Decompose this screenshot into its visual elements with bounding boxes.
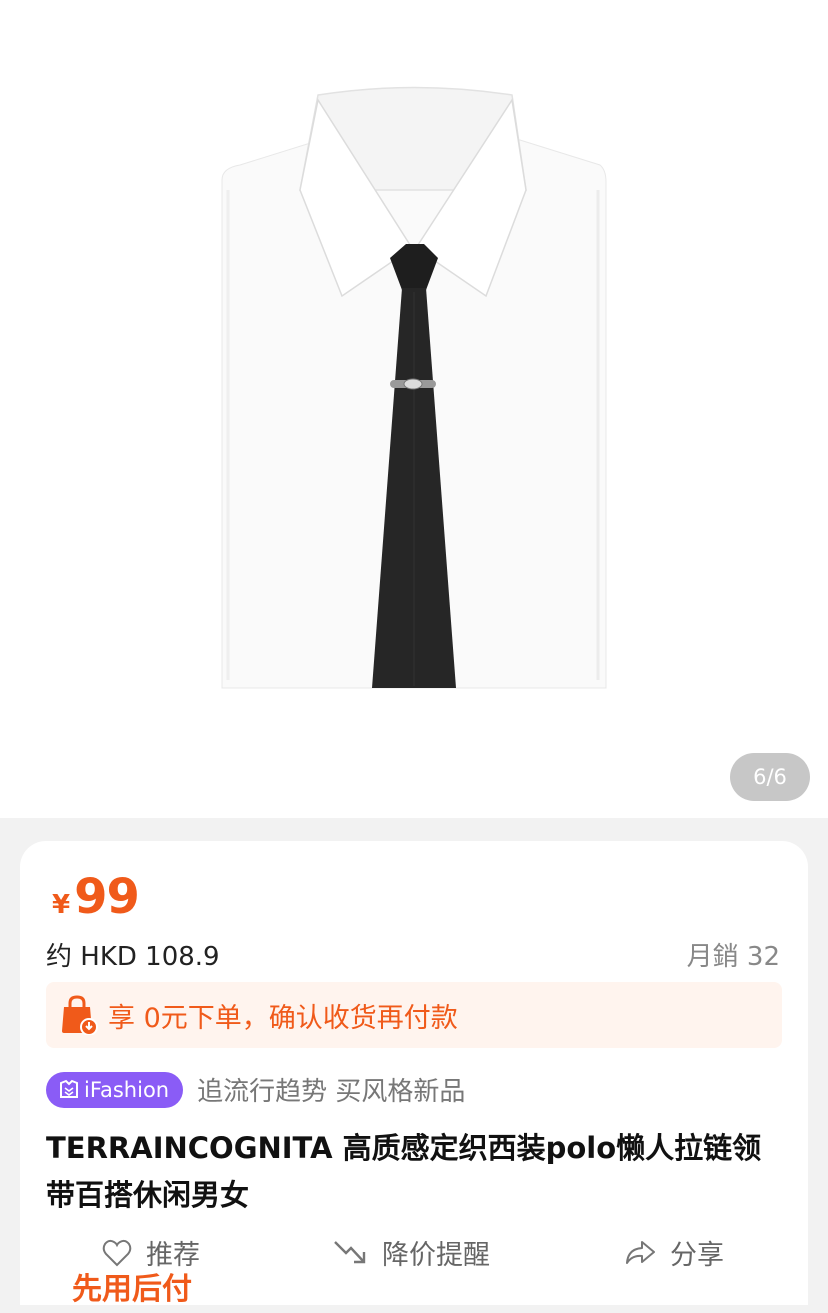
recommend-button[interactable]: 推荐 [102,1233,200,1272]
pay-later-banner[interactable]: 先用后付 享 0元下单，确认收货再付款 [46,982,782,1307]
price: ¥ 99 [52,869,140,925]
ifashion-label: iFashion [84,1077,170,1102]
ifashion-badge: iFashion [46,1071,184,1108]
product-title: TERRAINCOGNITA 高质感定织西装polo懒人拉链领带百搭休闲男女 [46,1131,762,1212]
image-counter: 6/6 [730,753,810,801]
price-drop-alert-button[interactable]: 降价提醒 [332,1233,490,1272]
trend-down-icon [334,1240,366,1263]
product-info-card: ¥ 99 约 HKD 108.9 月銷 32 先用后付 享 0元下单，确认收货再… [20,841,808,1307]
price-drop-alert-label: 降价提醒 [382,1240,490,1271]
share-button[interactable]: 分享 [624,1233,724,1272]
ifashion-logo-icon [60,1079,78,1098]
price-amount: 99 [74,869,140,925]
monthly-sales: 月銷 32 [686,942,780,972]
product-image-gallery[interactable]: 6/6 [0,0,828,818]
recommend-label: 推荐 [146,1240,200,1271]
share-label: 分享 [670,1240,724,1271]
action-bar: 推荐 降价提醒 分享 [20,1233,808,1283]
ifashion-slogan: 追流行趋势 买风格新品 [197,1077,466,1107]
heart-icon [102,1239,132,1266]
product-image [221,86,607,689]
pay-later-desc: 享 0元下单，确认收货再付款 [108,1002,458,1034]
converted-price: 约 HKD 108.9 [46,942,220,972]
shopping-bag-icon [62,995,98,1035]
share-icon [626,1240,655,1264]
currency-symbol: ¥ [52,890,71,920]
ifashion-tag-row[interactable]: iFashion 追流行趋势 买风格新品 [46,1071,465,1108]
